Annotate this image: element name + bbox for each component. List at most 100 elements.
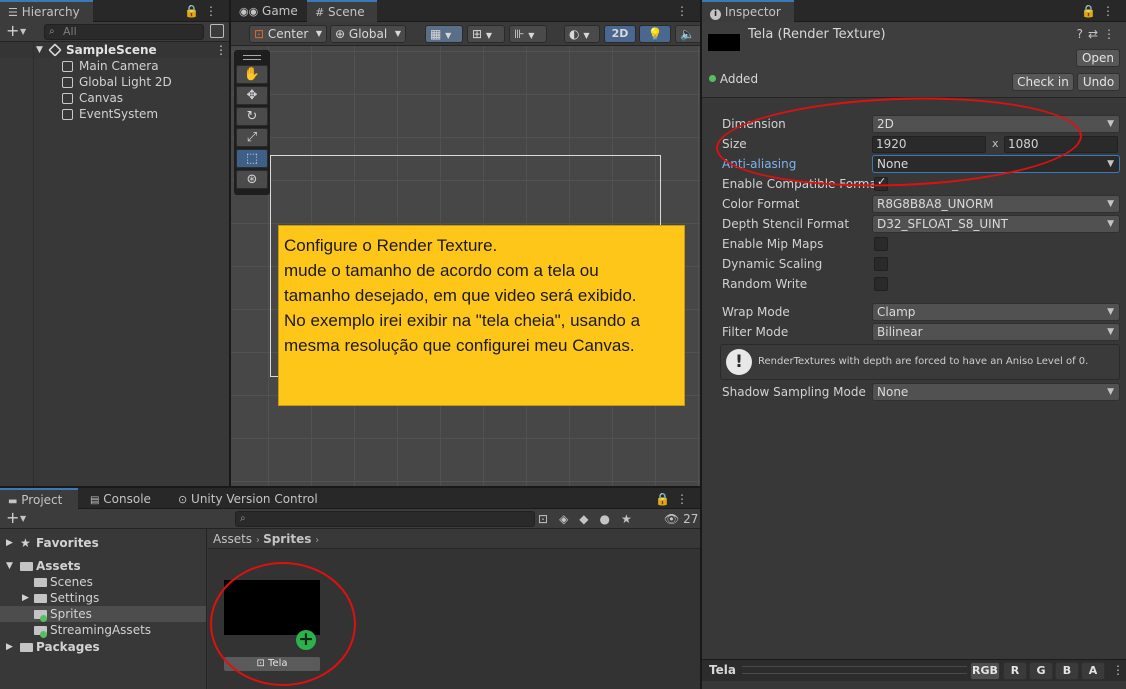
tree-packages[interactable]: ▶ Packages — [0, 639, 206, 655]
channel-b-button[interactable]: B — [1055, 662, 1079, 680]
tree-folder-sprites[interactable]: Sprites — [0, 606, 206, 622]
pivot-dropdown[interactable]: ⊡ Center ▼ — [249, 25, 327, 43]
tab-scene[interactable]: # Scene — [307, 0, 377, 22]
tree-folder-scenes[interactable]: Scenes — [0, 574, 206, 590]
tab-inspector[interactable]: i Inspector — [702, 0, 794, 22]
undo-button[interactable]: Undo — [1077, 73, 1120, 91]
tab-version-control[interactable]: ⊙ Unity Version Control — [170, 488, 330, 510]
more-icon[interactable]: ⋮ — [676, 4, 694, 18]
add-icon[interactable]: + — [6, 22, 19, 40]
more-icon[interactable]: ⋮ — [1102, 4, 1120, 18]
chevron-down-icon[interactable]: ▼ — [20, 23, 26, 41]
expand-arrow-icon[interactable]: ▼ — [36, 42, 43, 58]
transform-tool-button[interactable]: ⊛ — [236, 170, 268, 189]
chevron-down-icon: ▼ — [1107, 387, 1114, 397]
color-format-dropdown[interactable]: R8G8B8A8_UNORM ▼ — [872, 195, 1120, 213]
space-dropdown[interactable]: ⊕ Global ▼ — [330, 25, 406, 43]
tab-game[interactable]: ◉◉ Game — [231, 0, 307, 22]
scene-tabbar: ◉◉ Game # Scene ⋮ — [231, 0, 700, 22]
lighting-button[interactable]: 💡 — [639, 25, 671, 43]
depth-stencil-dropdown[interactable]: D32_SFLOAT_S8_UINT ▼ — [872, 215, 1120, 233]
lock-icon[interactable]: 🔒 — [184, 4, 205, 18]
search-icon: ⌕ — [49, 26, 55, 37]
rotate-tool-button[interactable]: ↻ — [236, 107, 268, 126]
mip-maps-checkbox[interactable] — [874, 237, 888, 251]
channel-rgb-button[interactable]: RGB — [970, 662, 1000, 680]
tree-favorites[interactable]: ▶ ★ Favorites — [0, 535, 206, 551]
hierarchy-item-global-light[interactable]: Global Light 2D — [0, 74, 229, 90]
star-icon[interactable]: ★ — [621, 512, 643, 526]
expand-arrow-icon[interactable]: ▼ — [6, 558, 13, 574]
scale-tool-button[interactable]: ⤢ — [236, 128, 268, 147]
tree-folder-streamingassets[interactable]: StreamingAssets — [0, 622, 206, 638]
shadow-sampling-dropdown[interactable]: None ▼ — [872, 383, 1120, 401]
grid-snap-button[interactable]: ▦ ▼ — [425, 25, 463, 43]
channel-label: R — [1010, 664, 1020, 677]
ruler-button[interactable]: ⊪ ▼ — [509, 25, 547, 43]
palette-handle[interactable] — [243, 55, 261, 60]
more-icon[interactable]: ⋮ — [1103, 27, 1120, 41]
wrap-mode-dropdown[interactable]: Clamp ▼ — [872, 303, 1120, 321]
hierarchy-item-eventsystem[interactable]: EventSystem — [0, 106, 229, 122]
dimension-dropdown[interactable]: 2D ▼ — [872, 115, 1120, 133]
open-button[interactable]: Open — [1076, 49, 1120, 67]
tree-assets[interactable]: ▼ Assets — [0, 558, 206, 574]
tab-project[interactable]: ▬ Project — [0, 488, 78, 510]
breadcrumb-assets[interactable]: Assets — [213, 532, 252, 546]
audio-button[interactable]: 🔈 — [675, 25, 700, 43]
move-tool-button[interactable]: ✥ — [236, 86, 268, 105]
shading-mode-button[interactable]: ◐ ▼ — [564, 25, 600, 43]
label-icon[interactable]: ◆ — [579, 512, 599, 526]
help-icon[interactable]: ? — [1077, 27, 1088, 41]
scene-menu-icon[interactable]: ⋮ — [215, 42, 227, 58]
tree-folder-settings[interactable]: ▶ Settings — [0, 590, 206, 606]
project-search-input[interactable]: ⌕ — [235, 511, 535, 527]
channel-r-button[interactable]: R — [1003, 662, 1027, 680]
expand-arrow-icon[interactable]: ▶ — [6, 535, 13, 551]
hierarchy-item-canvas[interactable]: Canvas — [0, 90, 229, 106]
add-icon[interactable]: + — [6, 509, 19, 527]
tree-folder-label: Sprites — [50, 607, 92, 621]
mode-2d-button[interactable]: 2D — [604, 25, 636, 43]
expand-arrow-icon[interactable]: ▶ — [6, 639, 13, 655]
visibility-count[interactable]: 👁 27 — [664, 509, 698, 529]
check-in-button[interactable]: Check in — [1012, 73, 1074, 91]
more-icon[interactable]: ⋮ — [1112, 663, 1124, 677]
dynamic-scaling-checkbox[interactable] — [874, 257, 888, 271]
chevron-down-icon: ▼ — [1107, 327, 1114, 337]
channel-g-button[interactable]: G — [1029, 662, 1053, 680]
lock-icon[interactable]: 🔒 — [655, 492, 676, 506]
increment-snap-button[interactable]: ⊞ ▼ — [467, 25, 505, 43]
asset-tile[interactable] — [224, 580, 320, 635]
tab-inspector-label: Inspector — [724, 5, 781, 19]
expand-arrow-icon[interactable]: ▶ — [22, 590, 29, 606]
compatible-format-checkbox[interactable]: ✓ — [874, 175, 888, 191]
alert-icon[interactable]: ● — [600, 512, 621, 526]
chevron-down-icon[interactable]: ▼ — [20, 510, 26, 528]
channel-a-button[interactable]: A — [1081, 662, 1105, 680]
filter-mode-dropdown[interactable]: Bilinear ▼ — [872, 323, 1120, 341]
anti-aliasing-dropdown[interactable]: None ▼ — [872, 155, 1120, 173]
preview-divider[interactable] — [742, 666, 967, 674]
hierarchy-item-main-camera[interactable]: Main Camera — [0, 58, 229, 74]
tab-hierarchy-label: Hierarchy — [21, 5, 80, 19]
breadcrumb-sprites[interactable]: Sprites — [263, 532, 311, 546]
search-filter-icon[interactable] — [210, 24, 224, 38]
rect-tool-button[interactable]: ⬚ — [236, 149, 268, 168]
filter-search-icon[interactable]: ⊡ — [538, 512, 559, 526]
filter-type-icon[interactable]: ◈ — [559, 512, 579, 526]
scene-row[interactable]: ▼ SampleScene ⋮ — [0, 42, 229, 58]
size-height-field[interactable]: 1080 — [1004, 136, 1118, 153]
more-icon[interactable]: ⋮ — [205, 4, 223, 18]
random-write-checkbox[interactable] — [874, 277, 888, 291]
more-icon[interactable]: ⋮ — [676, 492, 694, 506]
hand-tool-button[interactable]: ✋ — [236, 65, 268, 84]
tab-console[interactable]: ▤ Console — [82, 488, 162, 510]
size-width-field[interactable]: 1920 — [872, 136, 986, 153]
asset-label[interactable]: ⊡ Tela — [224, 657, 320, 671]
lock-icon[interactable]: 🔒 — [1081, 4, 1102, 18]
settings-icon[interactable]: ⇄ — [1088, 27, 1103, 41]
hierarchy-search-input[interactable]: ⌕ All — [44, 24, 204, 40]
tab-hierarchy[interactable]: ☰ Hierarchy — [0, 0, 93, 22]
chevron-right-icon: › — [315, 535, 320, 546]
